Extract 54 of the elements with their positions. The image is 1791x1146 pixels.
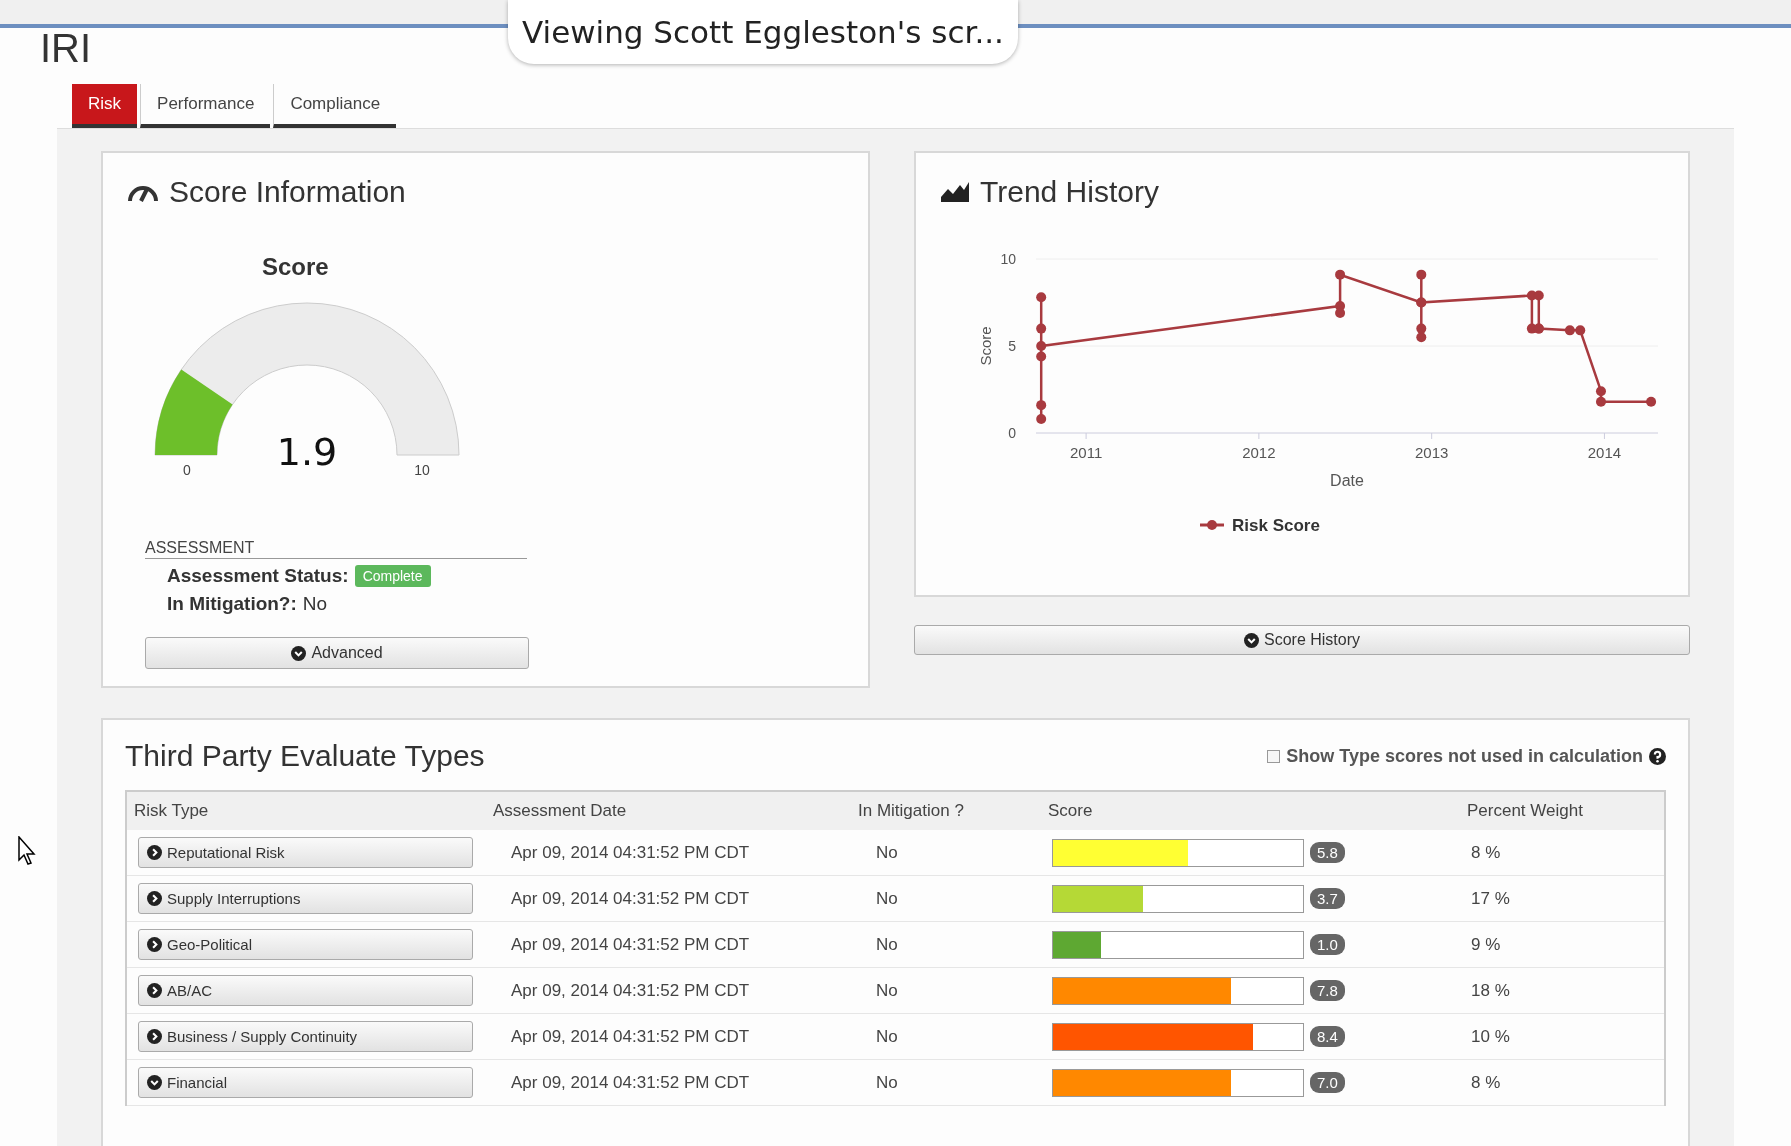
table-cell-text: Apr 09, 2014 04:31:52 PM CDT — [510, 888, 751, 909]
table-cell-text: Apr 09, 2014 04:31:52 PM CDT — [510, 1026, 751, 1047]
legend-label: Risk Score — [1232, 516, 1320, 535]
panel-title: Trend History — [980, 175, 1159, 209]
table-cell-text: No — [875, 888, 899, 909]
table-cell-text: 8 % — [1471, 842, 1502, 863]
table-cell-text: Apr 09, 2014 04:31:52 PM CDT — [510, 934, 751, 955]
screen-share-banner: Viewing Scott Eggleston's scr... — [508, 0, 1018, 64]
gauge-value: 1.9 — [276, 430, 338, 474]
x-tick-label: 2013 — [1414, 444, 1449, 461]
page-title: IRI — [40, 28, 92, 68]
checkbox-label: Show Type scores not used in calculation — [1286, 745, 1643, 767]
table-cell-text: 9 % — [1471, 934, 1502, 955]
table-cell-text: 17 % — [1471, 888, 1511, 909]
column-header: Risk Type — [134, 801, 210, 821]
table-cell-text: No — [875, 1026, 899, 1047]
section-heading: ASSESSMENT — [145, 539, 527, 559]
table-cell-text: 10 % — [1471, 1026, 1511, 1047]
gauge-min-label: 0 — [183, 462, 191, 478]
x-tick-label: 2012 — [1242, 444, 1276, 461]
score-badge: 3.7 — [1310, 888, 1345, 909]
x-tick-label: 2011 — [1069, 444, 1103, 461]
status-badge: Complete — [354, 565, 431, 587]
panel-title: Score Information — [169, 175, 406, 209]
column-header: Assessment Date — [493, 801, 628, 821]
score-badge: 8.4 — [1310, 1026, 1345, 1047]
score-badge: 7.0 — [1310, 1072, 1345, 1093]
table-cell-text: Apr 09, 2014 04:31:52 PM CDT — [510, 1072, 751, 1093]
score-badge: 1.0 — [1310, 934, 1345, 955]
column-header: Percent Weight — [1467, 801, 1584, 821]
y-tick-label: 10 — [1000, 251, 1016, 267]
y-tick-label: 0 — [1008, 425, 1016, 441]
field-value: No — [302, 593, 328, 615]
gauge-max-label: 10 — [414, 462, 430, 478]
table-cell-text: No — [875, 842, 899, 863]
x-tick-label: 2014 — [1587, 444, 1622, 461]
x-axis-title: Date — [1330, 472, 1364, 489]
y-axis-title: Score — [977, 326, 994, 366]
column-header: Score — [1048, 801, 1094, 821]
table-cell-text: 18 % — [1471, 980, 1511, 1001]
table-cell-text: No — [875, 980, 899, 1001]
table-cell-text: No — [875, 934, 899, 955]
table-cell-text: Apr 09, 2014 04:31:52 PM CDT — [510, 842, 751, 863]
table-cell-text: 8 % — [1471, 1072, 1502, 1093]
score-badge: 5.8 — [1310, 842, 1345, 863]
table-cell-text: No — [875, 1072, 899, 1093]
field-label: In Mitigation?: — [167, 593, 297, 615]
field-label: Assessment Status: — [167, 565, 349, 587]
column-header: In Mitigation ? — [858, 801, 965, 821]
score-badge: 7.8 — [1310, 980, 1345, 1001]
y-tick-label: 5 — [1008, 338, 1016, 354]
panel-title: Third Party Evaluate Types — [125, 739, 485, 773]
table-cell-text: Apr 09, 2014 04:31:52 PM CDT — [510, 980, 751, 1001]
gauge-title: Score — [262, 253, 330, 281]
